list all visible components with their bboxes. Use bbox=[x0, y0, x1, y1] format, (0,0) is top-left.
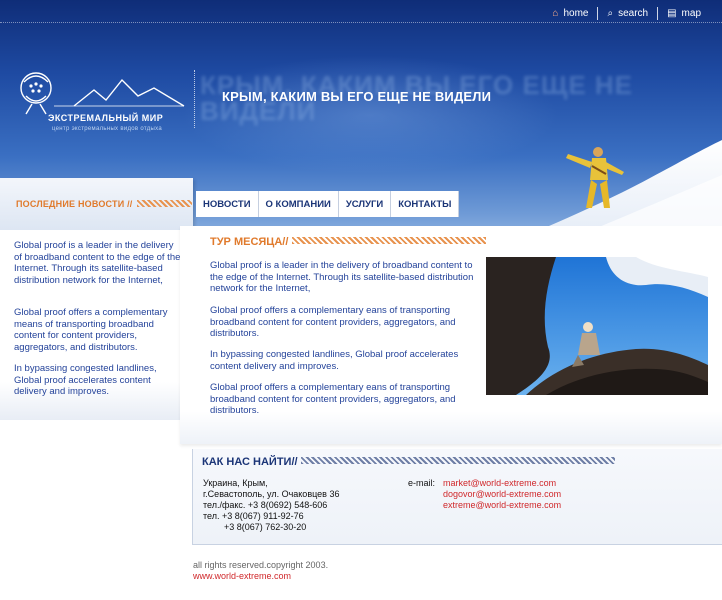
nav-separator bbox=[458, 191, 460, 217]
address-line: г.Севастополь, ул. Очаковцев 36 bbox=[203, 489, 340, 499]
news-title: ПОСЛЕДНИЕ НОВОСТИ // bbox=[16, 199, 133, 209]
tour-photo bbox=[486, 257, 708, 395]
tour-paragraph: Global proof is a leader in the delivery… bbox=[210, 260, 474, 294]
nav-about[interactable]: О КОМПАНИИ bbox=[259, 191, 338, 217]
tour-paragraph: Global proof offers a complementary eans… bbox=[210, 382, 456, 416]
climber-figure bbox=[566, 147, 624, 208]
address-line: Украина, Крым, bbox=[203, 478, 268, 488]
tour-title-stripe bbox=[292, 237, 486, 244]
email-market-link[interactable]: market@world-extreme.com bbox=[443, 478, 556, 488]
contacts-title: КАК НАС НАЙТИ// bbox=[202, 456, 298, 468]
nav-contacts[interactable]: КОНТАКТЫ bbox=[391, 191, 458, 217]
logo-subtitle: центр экстремальных видов отдыха bbox=[52, 126, 162, 132]
nav-news[interactable]: НОВОСТИ bbox=[196, 191, 258, 217]
phone-line: тел. +3 8(067) 911-92-76 bbox=[203, 511, 304, 521]
email-label: e-mail: bbox=[408, 478, 436, 488]
logo-divider bbox=[194, 70, 195, 128]
main-nav: НОВОСТИ О КОМПАНИИ УСЛУГИ КОНТАКТЫ bbox=[196, 191, 460, 217]
email-extreme-link[interactable]: extreme@world-extreme.com bbox=[443, 500, 561, 510]
tour-title: ТУР МЕСЯЦА// bbox=[210, 236, 289, 248]
phone-fax-line: тел./факс. +3 8(0692) 548-606 bbox=[203, 500, 328, 510]
tour-paragraph: In bypassing congested landlines, Global… bbox=[210, 349, 459, 372]
news-paragraph: Global proof is a leader in the delivery… bbox=[14, 240, 181, 286]
tour-paragraph: Global proof offers a complementary eans… bbox=[210, 305, 456, 339]
email-dogovor-link[interactable]: dogovor@world-extreme.com bbox=[443, 489, 561, 499]
nav-services[interactable]: УСЛУГИ bbox=[339, 191, 390, 217]
slogan: КРЫМ, КАКИМ ВЫ ЕГО ЕЩЕ НЕ ВИДЕЛИ bbox=[222, 89, 492, 104]
news-paragraph: In bypassing congested landlines, Global… bbox=[14, 363, 157, 397]
news-title-stripe bbox=[137, 200, 192, 207]
news-paragraph: Global proof offers a complementary mean… bbox=[14, 307, 168, 353]
footer-site-link[interactable]: www.world-extreme.com bbox=[193, 571, 291, 581]
footer-copyright: all rights reserved.copyright 2003. bbox=[193, 560, 329, 570]
contacts-title-stripe bbox=[301, 457, 615, 464]
news-panel: Global proof is a leader in the delivery… bbox=[0, 230, 193, 420]
logo-title[interactable]: ЭКСТРЕМАЛЬНЫЙ МИР bbox=[48, 113, 163, 123]
phone-line: +3 8(067) 762-30-20 bbox=[224, 522, 307, 532]
